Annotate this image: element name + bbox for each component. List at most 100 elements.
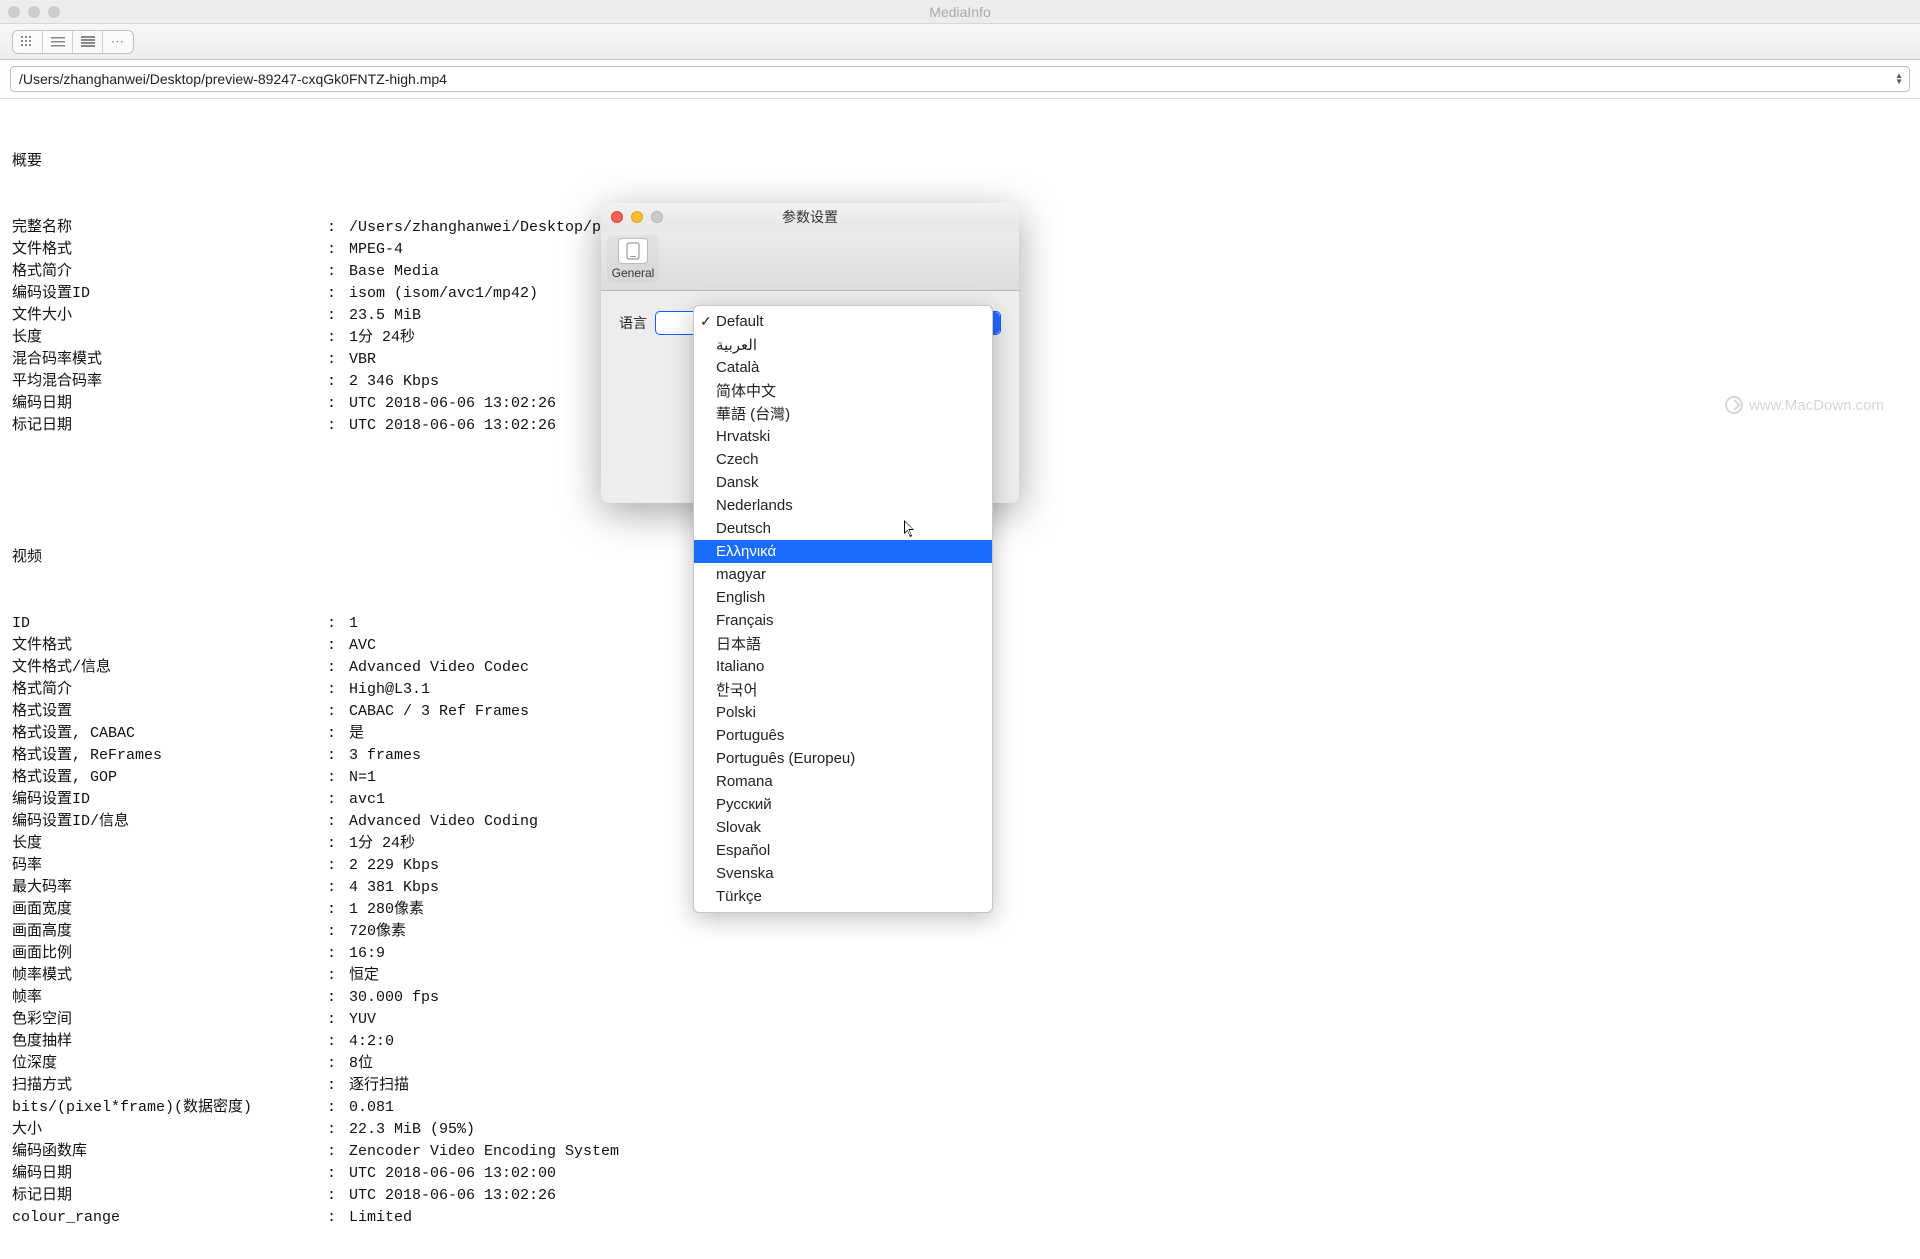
info-label: 文件大小: [12, 305, 327, 327]
info-row: 画面比例: 16:9: [12, 943, 1908, 965]
minimize-icon[interactable]: [28, 6, 40, 18]
info-label: 格式设置, GOP: [12, 767, 327, 789]
view-tree-button[interactable]: [73, 31, 103, 53]
language-option[interactable]: Português (Europeu): [694, 747, 992, 770]
info-label: 色彩空间: [12, 1009, 327, 1031]
language-option[interactable]: Polski: [694, 701, 992, 724]
info-label: 完整名称: [12, 217, 327, 239]
info-label: 标记日期: [12, 1185, 327, 1207]
info-label: 格式设置: [12, 701, 327, 723]
maximize-icon: [651, 211, 663, 223]
prefs-tab-general[interactable]: General: [607, 235, 659, 283]
info-value: 4:2:0: [349, 1031, 394, 1053]
language-option[interactable]: Default: [694, 310, 992, 333]
info-label: 编码日期: [12, 1163, 327, 1185]
language-option[interactable]: Deutsch: [694, 517, 992, 540]
language-option[interactable]: magyar: [694, 563, 992, 586]
language-option[interactable]: 简体中文: [694, 379, 992, 402]
window-titlebar: MediaInfo: [0, 0, 1920, 24]
view-list-button[interactable]: [43, 31, 73, 53]
minimize-icon[interactable]: [631, 211, 643, 223]
info-label: 画面高度: [12, 921, 327, 943]
language-option[interactable]: Türkçe: [694, 885, 992, 908]
watermark-icon: [1725, 396, 1743, 414]
language-dropdown[interactable]: DefaultالعربيةCatalà简体中文華語 (台灣)HrvatskiC…: [693, 305, 993, 913]
info-label: 扫描方式: [12, 1075, 327, 1097]
info-row: 位深度: 8位: [12, 1053, 1908, 1075]
info-value: 1: [349, 613, 358, 635]
language-option[interactable]: العربية: [694, 333, 992, 356]
info-value: 8位: [349, 1053, 373, 1075]
info-value: Base Media: [349, 261, 439, 283]
info-value: isom (isom/avc1/mp42): [349, 283, 538, 305]
file-path-combo[interactable]: /Users/zhanghanwei/Desktop/preview-89247…: [10, 66, 1910, 92]
language-option[interactable]: English: [694, 586, 992, 609]
info-value: Limited: [349, 1207, 412, 1229]
cursor-icon: [904, 520, 917, 538]
section-header-video: 视频: [12, 547, 327, 569]
info-label: 格式简介: [12, 261, 327, 283]
language-option[interactable]: Dansk: [694, 471, 992, 494]
info-value: 3 frames: [349, 745, 421, 767]
prefs-toolbar: General: [601, 231, 1019, 291]
info-value: 2 346 Kbps: [349, 371, 439, 393]
language-option[interactable]: 華語 (台灣): [694, 402, 992, 425]
language-option[interactable]: Romana: [694, 770, 992, 793]
info-value: AVC: [349, 635, 376, 657]
info-row: 编码函数库: Zencoder Video Encoding System: [12, 1141, 1908, 1163]
traffic-lights: [8, 6, 60, 18]
info-label: 帧率模式: [12, 965, 327, 987]
info-label: 帧率: [12, 987, 327, 1009]
info-label: 编码设置ID: [12, 789, 327, 811]
info-value: 23.5 MiB: [349, 305, 421, 327]
info-value: CABAC / 3 Ref Frames: [349, 701, 529, 723]
language-option[interactable]: Slovak: [694, 816, 992, 839]
close-icon[interactable]: [611, 211, 623, 223]
info-label: 色度抽样: [12, 1031, 327, 1053]
info-row: 色彩空间: YUV: [12, 1009, 1908, 1031]
info-label: 混合码率模式: [12, 349, 327, 371]
info-value: 逐行扫描: [349, 1075, 409, 1097]
path-row: /Users/zhanghanwei/Desktop/preview-89247…: [0, 60, 1920, 99]
view-text-button[interactable]: [13, 31, 43, 53]
info-value: 4 381 Kbps: [349, 877, 439, 899]
language-option[interactable]: Français: [694, 609, 992, 632]
maximize-icon[interactable]: [48, 6, 60, 18]
info-label: 编码设置ID/信息: [12, 811, 327, 833]
info-row: colour_range: Limited: [12, 1207, 1908, 1229]
info-row: 画面高度: 720像素: [12, 921, 1908, 943]
language-option[interactable]: Hrvatski: [694, 425, 992, 448]
info-value: 30.000 fps: [349, 987, 439, 1009]
info-row: 帧率: 30.000 fps: [12, 987, 1908, 1009]
view-mode-group: ⋯: [12, 30, 134, 54]
language-option[interactable]: 日本語: [694, 632, 992, 655]
language-option[interactable]: Català: [694, 356, 992, 379]
language-option[interactable]: Português: [694, 724, 992, 747]
info-value: 22.3 MiB (95%): [349, 1119, 475, 1141]
file-path-text: /Users/zhanghanwei/Desktop/preview-89247…: [19, 71, 447, 87]
info-label: 编码函数库: [12, 1141, 327, 1163]
close-icon[interactable]: [8, 6, 20, 18]
language-option[interactable]: Svenska: [694, 862, 992, 885]
info-label: 文件格式/信息: [12, 657, 327, 679]
language-option[interactable]: Español: [694, 839, 992, 862]
info-value: UTC 2018-06-06 13:02:26: [349, 393, 556, 415]
language-option[interactable]: Ελληνικά: [694, 540, 992, 563]
prefs-titlebar: 参数设置: [601, 203, 1019, 231]
language-option[interactable]: Nederlands: [694, 494, 992, 517]
info-label: 大小: [12, 1119, 327, 1141]
view-more-button[interactable]: ⋯: [103, 31, 133, 53]
info-label: 格式设置, ReFrames: [12, 745, 327, 767]
language-option[interactable]: 한국어: [694, 678, 992, 701]
info-label: 编码日期: [12, 393, 327, 415]
language-option[interactable]: Czech: [694, 448, 992, 471]
info-label: 最大码率: [12, 877, 327, 899]
info-label: 文件格式: [12, 635, 327, 657]
info-value: 720像素: [349, 921, 406, 943]
info-value: 1 280像素: [349, 899, 424, 921]
language-option[interactable]: Русский: [694, 793, 992, 816]
language-option[interactable]: Italiano: [694, 655, 992, 678]
info-value: 0.081: [349, 1097, 394, 1119]
info-label: 画面比例: [12, 943, 327, 965]
info-value: avc1: [349, 789, 385, 811]
